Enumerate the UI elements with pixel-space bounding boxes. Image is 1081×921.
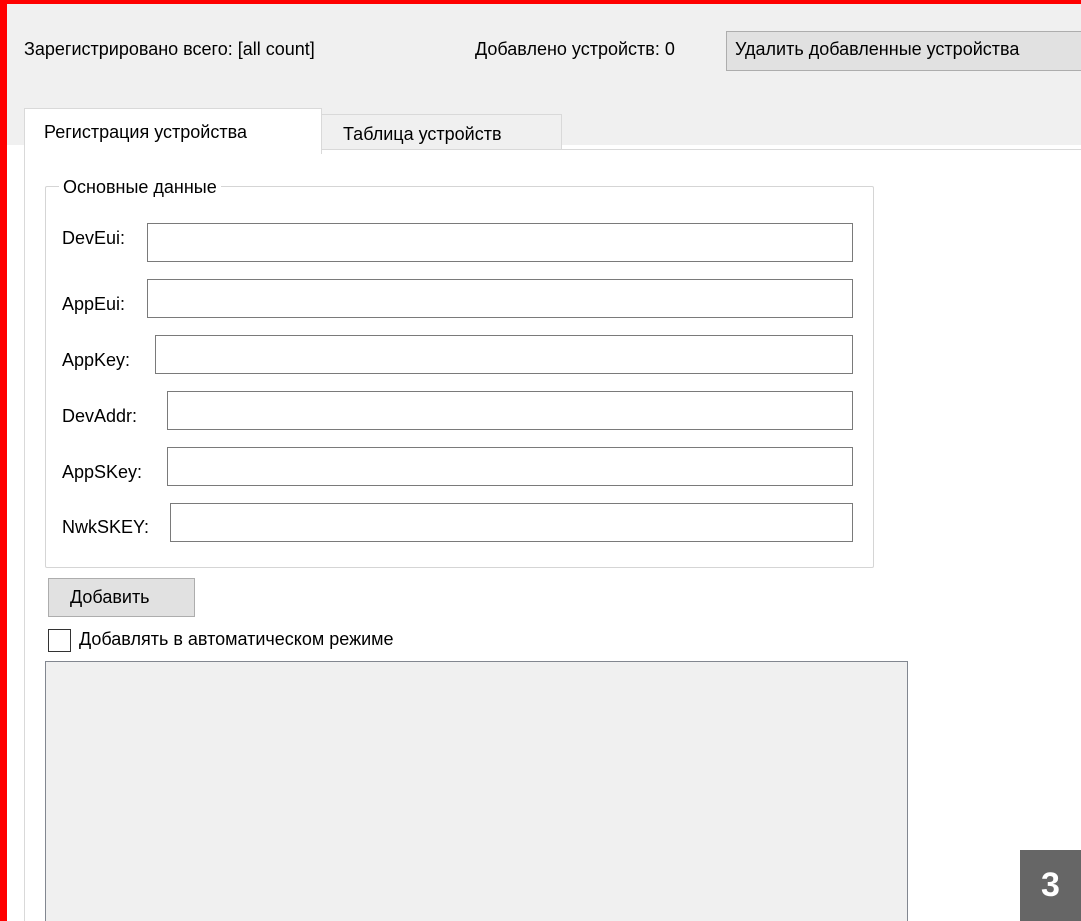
devaddr-input[interactable] [167, 391, 853, 430]
delete-added-devices-button[interactable]: Удалить добавленные устройства [726, 31, 1081, 71]
appskey-label: AppSKey: [62, 462, 143, 482]
auto-mode-label[interactable]: Добавлять в автоматическом режиме [79, 629, 394, 650]
deveui-input[interactable] [147, 223, 853, 262]
added-devices-label: Добавлено устройств: 0 [475, 39, 675, 59]
slide-number-badge: 3 [1020, 850, 1081, 921]
tab-device-registration[interactable]: Регистрация устройства [24, 108, 322, 154]
appkey-label: AppKey: [62, 350, 131, 370]
add-button-label: обавить [82, 587, 150, 607]
nwkskey-label: NwkSKEY: [62, 517, 150, 537]
add-button-mnemonic: Д [70, 587, 83, 607]
highlight-frame: Зарегистрировано всего: [all count] Доба… [0, 0, 1081, 921]
appkey-input[interactable] [155, 335, 853, 374]
nwkskey-input[interactable] [170, 503, 853, 542]
devaddr-label: DevAddr: [62, 406, 138, 426]
tab-device-table[interactable]: Таблица устройств [322, 114, 562, 150]
auto-mode-checkbox[interactable] [48, 629, 71, 652]
appskey-input[interactable] [167, 447, 853, 486]
total-registered-label: Зарегистрировано всего: [all count] [24, 39, 315, 59]
deveui-label: DevEui: [62, 228, 126, 248]
log-textarea[interactable] [45, 661, 908, 921]
appeui-label: AppEui: [62, 294, 126, 314]
add-button[interactable]: Добавить [48, 578, 195, 617]
groupbox-title: Основные данные [59, 177, 221, 198]
appeui-input[interactable] [147, 279, 853, 318]
